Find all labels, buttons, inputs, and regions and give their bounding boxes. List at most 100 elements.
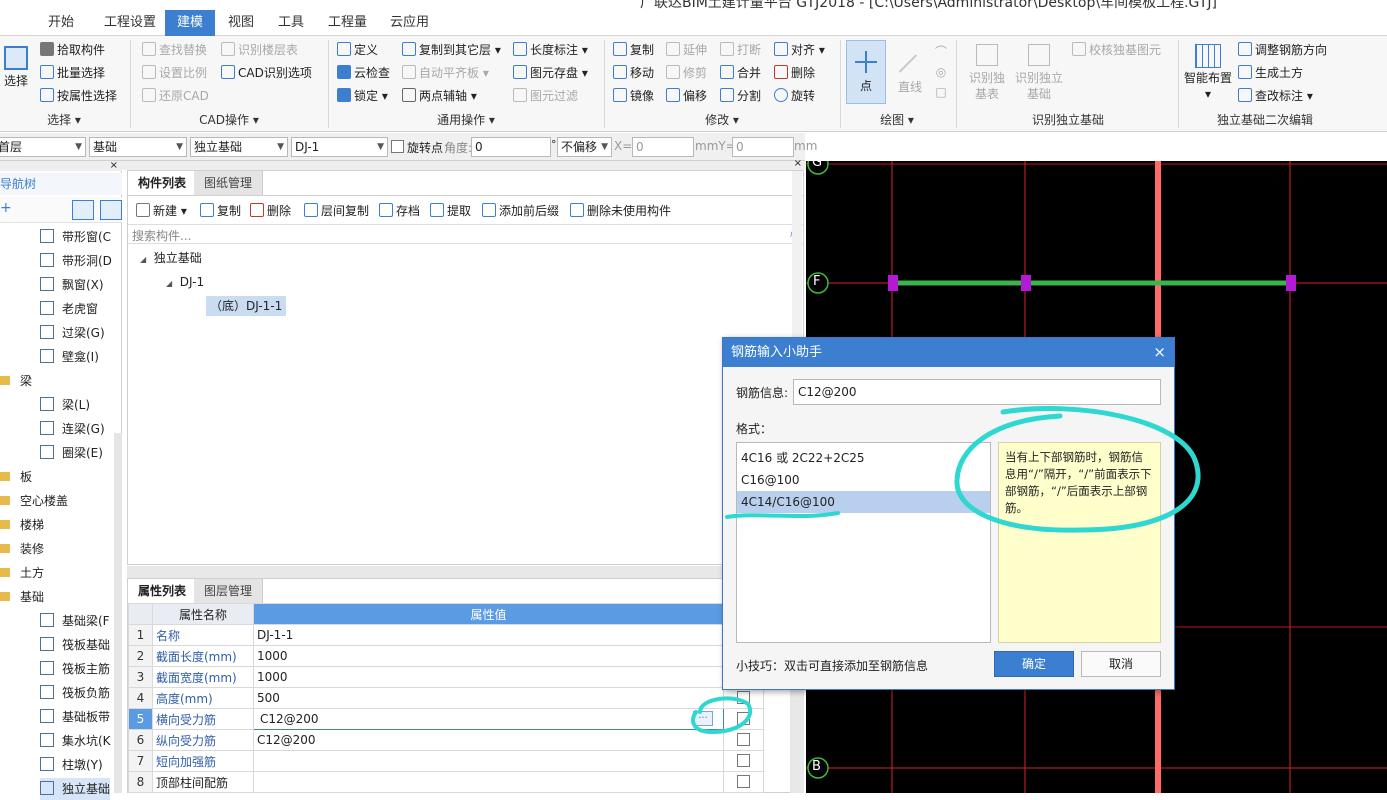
nav-item-lintel[interactable]: 过梁(G) [40, 322, 105, 344]
nav-item-raft-neg-rebar[interactable]: 筏板负筋 [40, 682, 110, 704]
cancel-button[interactable]: 取消 [1081, 651, 1161, 677]
menu-start[interactable]: 开始 [36, 10, 86, 36]
floor-select[interactable]: 首层 ▼ [0, 137, 86, 157]
prop-value[interactable] [253, 750, 724, 772]
batch-select-button[interactable]: 批量选择 [40, 63, 105, 83]
angle-input[interactable]: 0 [471, 137, 551, 157]
lock-button[interactable]: 锁定 ▾ [337, 86, 388, 106]
tree-leaf-dj1-1[interactable]: （底）DJ-1-1 [206, 296, 287, 316]
tab-drawing-management[interactable]: 图纸管理 [194, 171, 264, 195]
smart-layout-button[interactable]: 智能布置 ▾ [1182, 44, 1234, 102]
edit-annotation-button[interactable]: 查改标注 ▾ [1238, 86, 1313, 106]
x-input[interactable]: 0 [632, 137, 694, 157]
row-check-cell[interactable] [723, 729, 764, 751]
nav-item-sump[interactable]: 集水坑(K [40, 730, 111, 752]
tab-component-list[interactable]: 构件列表 [128, 171, 198, 195]
table-row[interactable]: 3 截面宽度(mm) 1000 [128, 666, 764, 688]
nav-category-hollow-floor[interactable]: 空心楼盖 [0, 490, 68, 512]
nav-item-isolated-foundation[interactable]: 独立基础 [40, 778, 111, 800]
nav-item-slab-strip[interactable]: 基础板带 [40, 706, 110, 728]
recognize-floor-table-button[interactable]: 识别楼层表 [221, 40, 298, 60]
table-row[interactable]: 6 纵向受力筋 C12@200 [128, 729, 764, 751]
list-item-selected[interactable]: 4C14/C16@100 [737, 491, 990, 513]
nav-item-strip-window[interactable]: 带形窗(C [40, 226, 111, 248]
nav-item-niche[interactable]: 壁龛(I) [40, 346, 99, 368]
nav-item-foundation-beam[interactable]: 基础梁(F [40, 610, 110, 632]
y-input[interactable]: 0 [732, 137, 794, 157]
copy-to-layer-button[interactable]: 复制到其它层 ▾ [402, 40, 501, 60]
offset-mode-select[interactable]: 不偏移 ▼ [557, 137, 612, 157]
tab-layer-management[interactable]: 图层管理 [194, 579, 264, 603]
trim-button[interactable]: 修剪 [666, 63, 707, 83]
prop-value[interactable]: 1000 [253, 645, 724, 667]
nav-item-ring-beam[interactable]: 圈梁(E) [40, 442, 103, 464]
tree-root[interactable]: ◢ 独立基础 [140, 248, 202, 270]
prop-value[interactable]: C12@200 [253, 729, 724, 751]
nav-item-raft-main-rebar[interactable]: 筏板主筋 [40, 658, 110, 680]
ellipsis-button[interactable]: ··· [693, 711, 713, 726]
recognize-table-button[interactable]: 识别独基表 [964, 44, 1010, 102]
offset-button[interactable]: 偏移 [666, 86, 707, 106]
adjust-rebar-direction-button[interactable]: 调整钢筋方向 [1238, 40, 1327, 60]
archive-button[interactable]: 存档 [379, 201, 420, 221]
break-button[interactable]: 打断 [720, 40, 761, 60]
category-select[interactable]: 基础 ▼ [89, 137, 187, 157]
prop-value[interactable] [253, 771, 724, 793]
table-row[interactable]: 2 截面长度(mm) 1000 [128, 645, 764, 667]
list-item[interactable]: C16@100 [737, 469, 990, 491]
nav-category-slab[interactable]: 板 [0, 466, 32, 488]
length-dim-button[interactable]: 长度标注 ▾ [513, 40, 588, 60]
panel-splitter[interactable] [127, 566, 804, 578]
menu-view[interactable]: 视图 [216, 10, 266, 36]
set-scale-button[interactable]: 设置比例 [142, 63, 207, 83]
recognize-foundation-button[interactable]: 识别独立基础 [1014, 44, 1064, 102]
table-row[interactable]: 8 顶部柱间配筋 [128, 771, 764, 793]
close-icon[interactable]: × [0, 161, 122, 171]
tree-node-dj1[interactable]: ◢ DJ-1 [166, 272, 204, 294]
row-check-cell[interactable] [723, 750, 764, 772]
close-icon[interactable]: × [794, 158, 802, 169]
line-button[interactable]: 直线 [890, 40, 933, 104]
prop-value[interactable]: DJ-1-1 [253, 624, 724, 646]
copy-between-floors-button[interactable]: 层间复制 [304, 201, 369, 221]
merge-button[interactable]: 合并 [720, 63, 761, 83]
select-big-button[interactable]: 选择 [0, 42, 32, 102]
menu-project-settings[interactable]: 工程设置 [92, 10, 168, 36]
cad-options-button[interactable]: CAD识别选项 [221, 63, 312, 83]
nav-category-beam[interactable]: 梁 [0, 370, 32, 392]
search-input[interactable]: 搜索构件... ⌕ [128, 224, 803, 244]
rebar-info-input[interactable]: C12@200 [793, 379, 1161, 405]
type-select[interactable]: 独立基础 ▼ [190, 137, 288, 157]
define-button[interactable]: 定义 [337, 40, 378, 60]
element-filter-button[interactable]: 图元过滤 [513, 86, 578, 106]
close-icon[interactable]: × [1153, 338, 1166, 367]
list-item[interactable]: 4C16 或 2C22+2C25 [737, 447, 990, 469]
nav-category-decoration[interactable]: 装修 [0, 538, 44, 560]
prop-value-editor[interactable]: C12@200 ··· [253, 708, 724, 730]
menu-modeling[interactable]: 建模 [165, 10, 216, 36]
menu-quantities[interactable]: 工程量 [316, 10, 379, 36]
menu-cloud[interactable]: 云应用 [378, 10, 441, 36]
extract-button[interactable]: 提取 [430, 201, 471, 221]
nav-item-strip-opening[interactable]: 带形洞(D [40, 250, 112, 272]
rotate-button[interactable]: 旋转 [774, 86, 815, 106]
nav-item-bay-window[interactable]: 飘窗(X) [40, 274, 104, 296]
new-component-button[interactable]: 新建 ▾ [136, 201, 187, 221]
nav-scrollbar[interactable] [114, 433, 122, 793]
point-button[interactable]: 点 [846, 40, 886, 104]
table-row-selected[interactable]: 5 横向受力筋 C12@200 ··· [128, 708, 764, 730]
mirror-button[interactable]: 镜像 [613, 86, 654, 106]
component-select[interactable]: DJ-1 ▼ [291, 137, 388, 157]
row-check-cell[interactable] [723, 687, 764, 709]
add-prefix-suffix-button[interactable]: 添加前后缀 [482, 201, 559, 221]
auto-align-slab-button[interactable]: 自动平齐板 ▾ [402, 63, 489, 83]
nav-item-column-pier[interactable]: 柱墩(Y) [40, 754, 103, 776]
row-check-cell[interactable] [723, 708, 764, 730]
cloud-check-button[interactable]: 云检查 [337, 63, 390, 83]
pick-component-button[interactable]: 拾取构件 [40, 40, 105, 60]
two-point-axis-button[interactable]: 两点辅轴 ▾ [402, 86, 477, 106]
nav-category-earthwork[interactable]: 土方 [0, 562, 44, 584]
nav-category-stairs[interactable]: 楼梯 [0, 514, 44, 536]
check-foundation-button[interactable]: 校核独基图元 [1072, 40, 1161, 60]
nav-item-coupling-beam[interactable]: 连梁(G) [40, 418, 105, 440]
